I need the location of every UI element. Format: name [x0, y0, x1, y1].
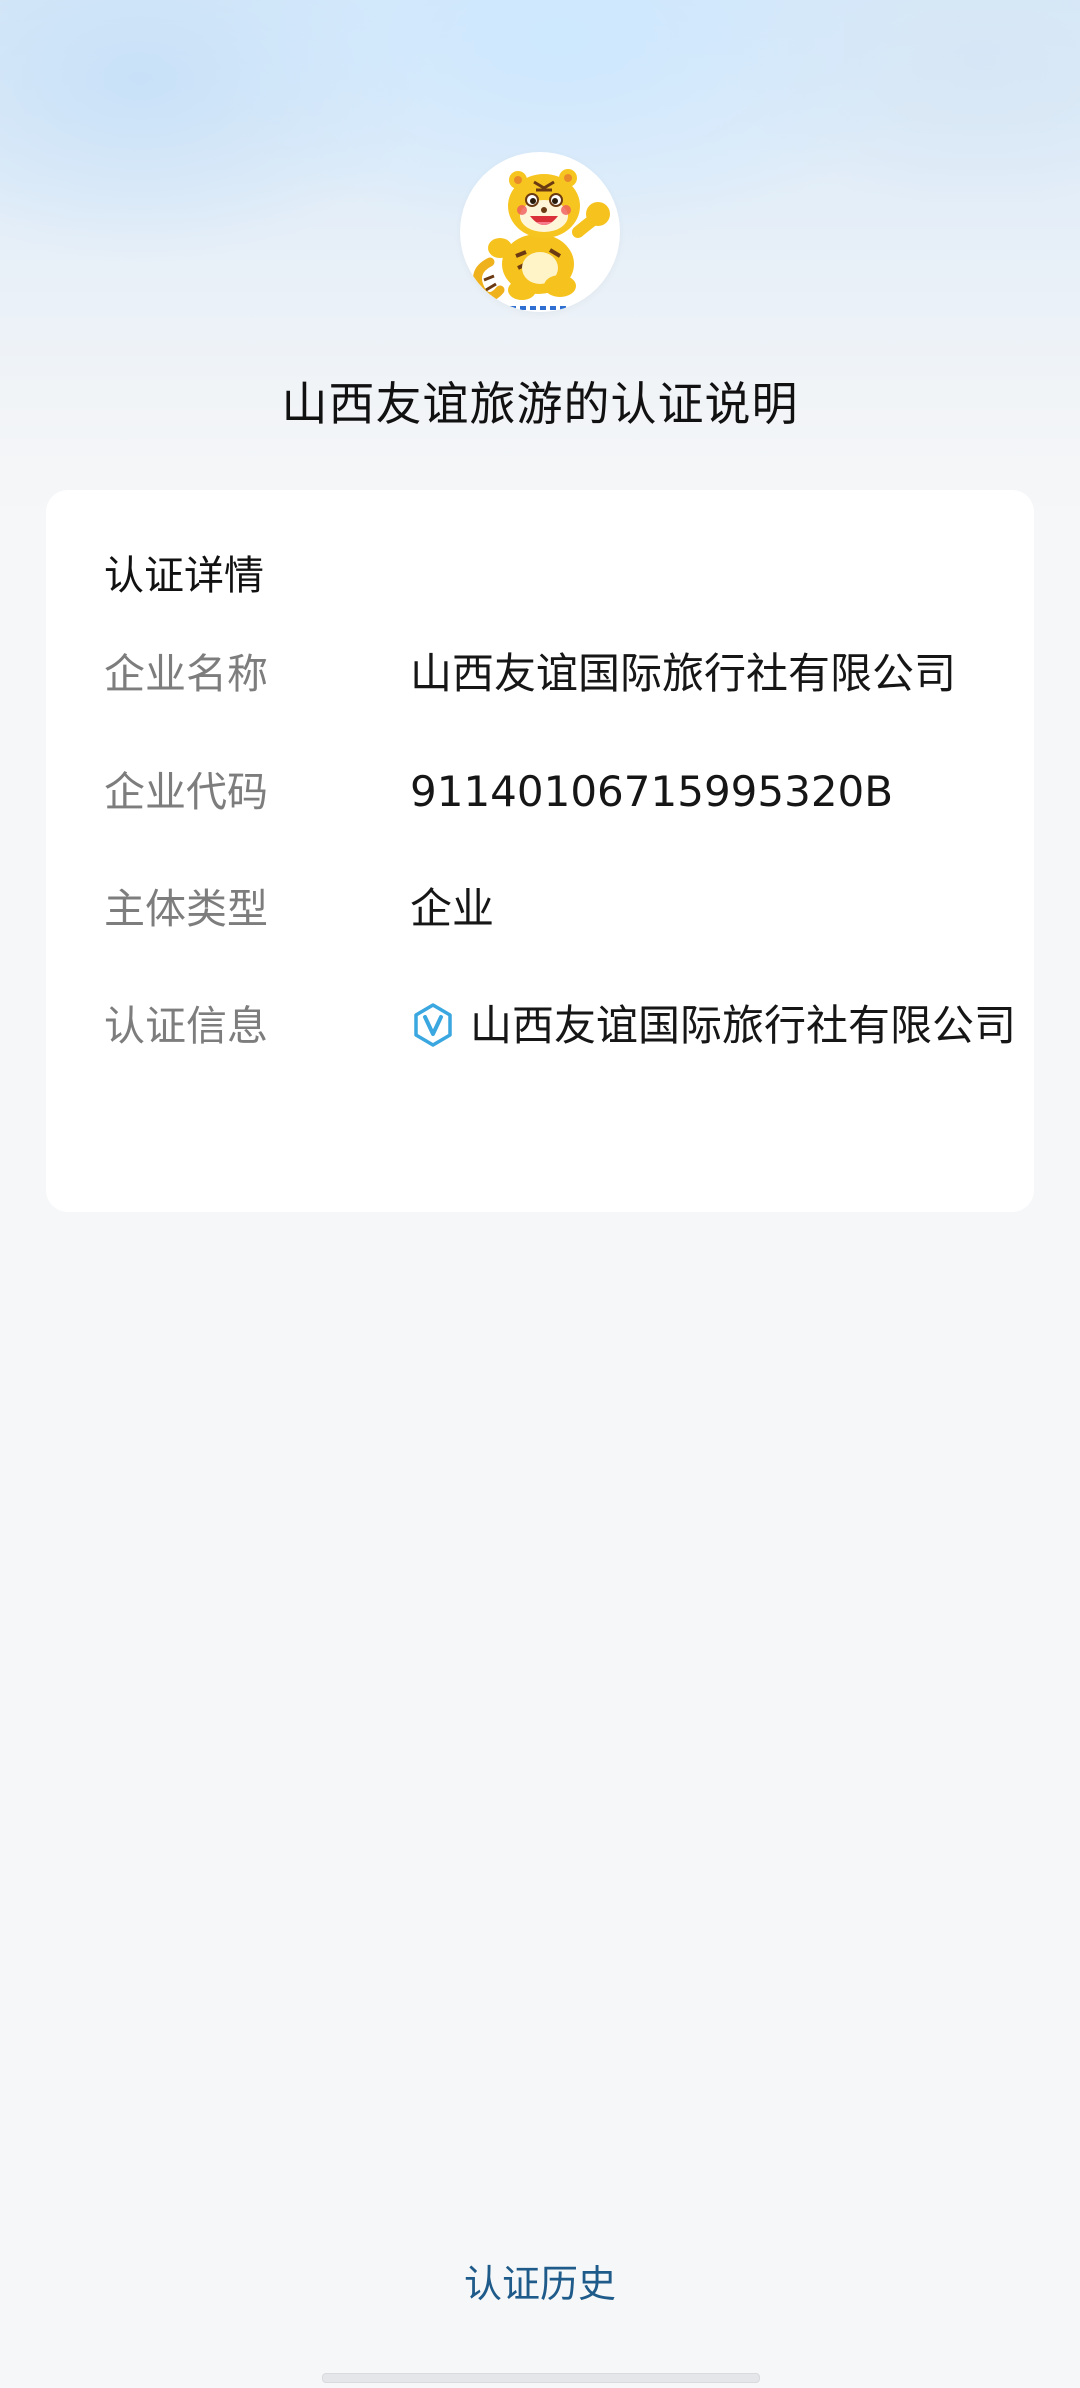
certification-info-text: 山西友谊国际旅行社有限公司 [470, 1001, 1017, 1050]
verified-v-icon [414, 1002, 452, 1047]
row-value: 企业 [410, 884, 495, 933]
section-title: 认证详情 [104, 553, 264, 599]
detail-row-entity-type: 主体类型 企业 [104, 879, 1004, 939]
row-label: 企业代码 [104, 768, 268, 816]
page-title: 山西友谊旅游的认证说明 [281, 377, 799, 431]
detail-row-company-code: 企业代码 91140106715995320B [104, 762, 1004, 822]
tiger-mascot-logo-icon [473, 169, 610, 310]
home-indicator[interactable] [322, 2373, 760, 2383]
detail-row-certification-info: 认证信息 山西友谊国际旅行社有限公司 [104, 996, 1016, 1056]
row-value: 91140106715995320B [410, 767, 894, 816]
row-value-with-badge: 山西友谊国际旅行社有限公司 [410, 996, 1016, 1056]
row-label: 认证信息 [104, 1002, 268, 1050]
row-value: 山西友谊国际旅行社有限公司 [410, 649, 957, 698]
row-label: 企业名称 [104, 650, 268, 698]
row-label: 主体类型 [104, 885, 268, 933]
certification-history-link[interactable]: 认证历史 [0, 2258, 1080, 2310]
detail-row-company-name: 企业名称 山西友谊国际旅行社有限公司 [104, 644, 1004, 704]
avatar [460, 152, 620, 312]
certification-details-card: 认证详情 企业名称 山西友谊国际旅行社有限公司 企业代码 91140106715… [46, 490, 1034, 1212]
